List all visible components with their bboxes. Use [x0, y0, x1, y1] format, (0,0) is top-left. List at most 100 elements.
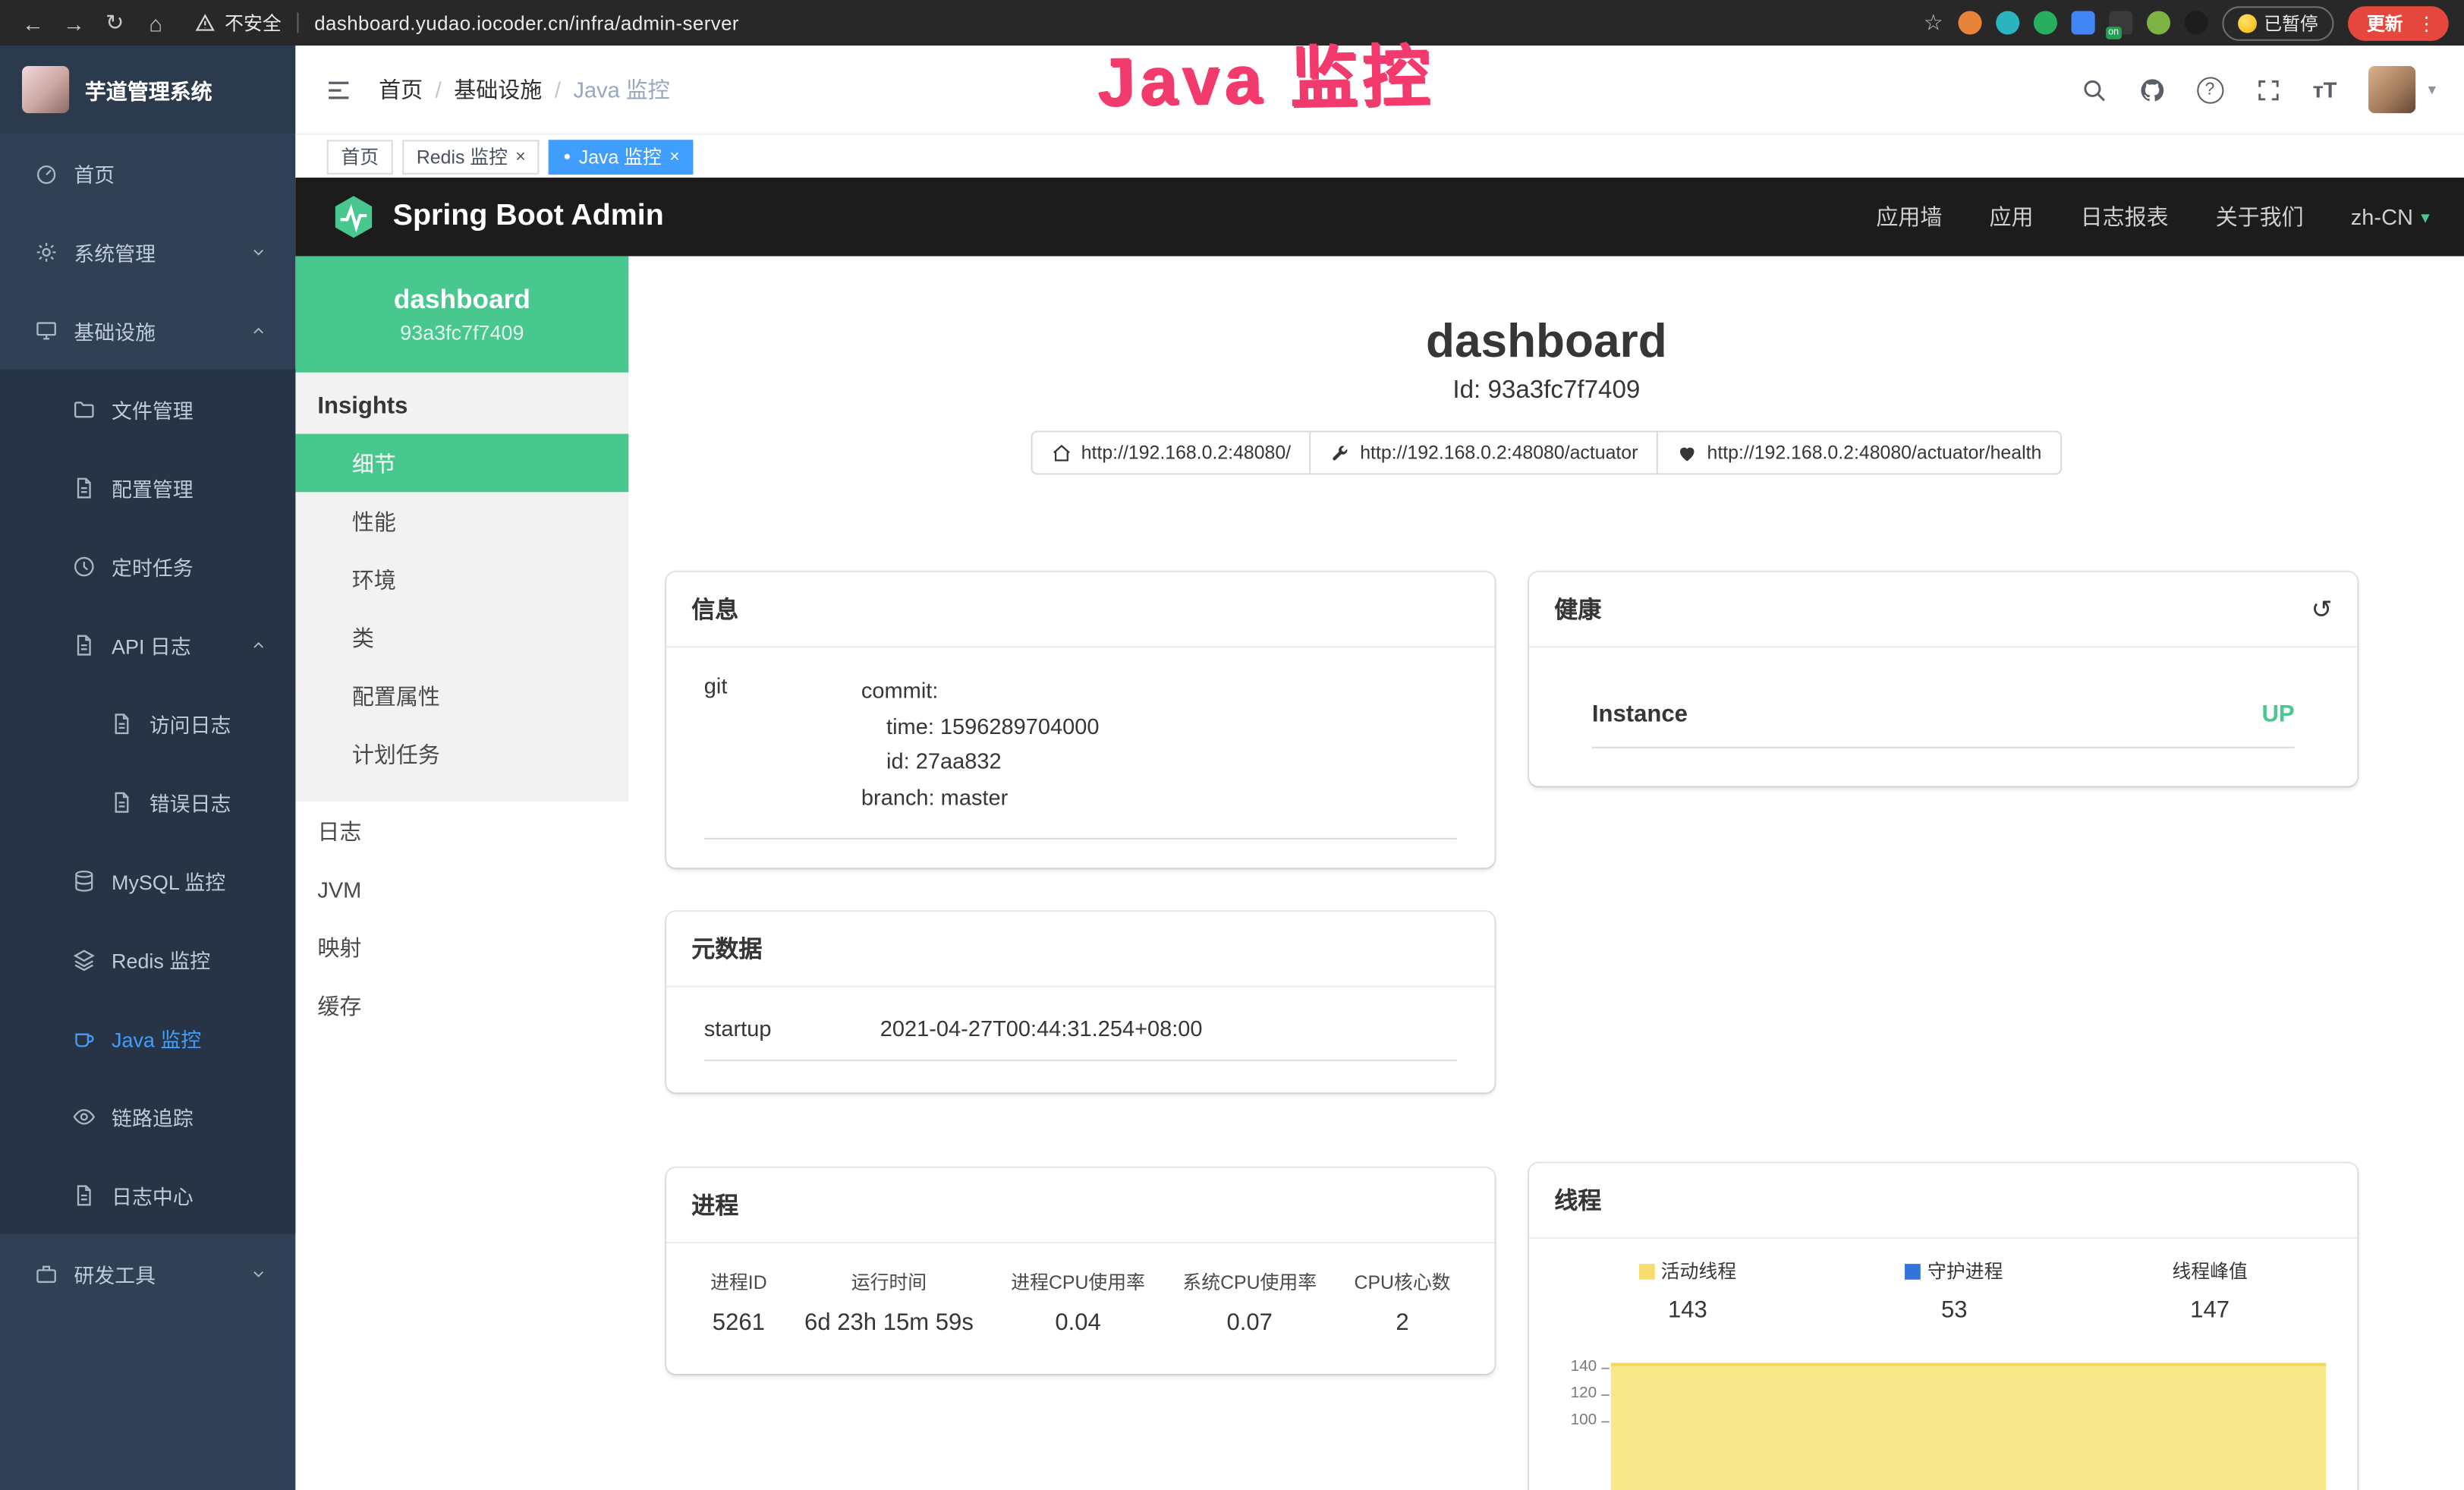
address-separator: [297, 13, 298, 33]
sidebar-item-file-mgmt[interactable]: 文件管理: [0, 370, 295, 449]
profile-paused-chip[interactable]: 已暂停: [2221, 5, 2333, 40]
eye-icon: [72, 1104, 96, 1128]
gear-icon: [35, 240, 58, 263]
sba-link-wallboard[interactable]: 应用墙: [1876, 201, 1942, 232]
legend-daemon-threads: 守护进程 53: [1905, 1258, 2003, 1324]
threads-chart-area: [1611, 1363, 2326, 1490]
toolbox-icon: [35, 1262, 58, 1285]
browser-back-icon[interactable]: ←: [16, 10, 51, 35]
actuator-url-button[interactable]: http://192.168.0.2:48080/actuator: [1310, 430, 1658, 474]
close-icon[interactable]: ×: [515, 147, 525, 166]
extension-on-badge: on: [2105, 27, 2122, 39]
database-icon: [72, 868, 96, 892]
tab-java-monitor[interactable]: ● Java 监控 ×: [549, 139, 694, 174]
browser-refresh-icon[interactable]: ↻: [97, 9, 132, 36]
chrome-menu-icon[interactable]: ⋮: [2417, 12, 2436, 34]
health-instance-row[interactable]: Instance UP: [1592, 701, 2295, 748]
browser-extension-icon-5[interactable]: on: [2108, 11, 2132, 34]
tab-home[interactable]: 首页: [327, 139, 393, 174]
health-url-button[interactable]: http://192.168.0.2:48080/actuator/health: [1657, 430, 2062, 474]
legend-blue-swatch: [1905, 1263, 1921, 1279]
breadcrumb-home[interactable]: 首页: [379, 74, 423, 105]
sidebar-item-log-center[interactable]: 日志中心: [0, 1155, 295, 1234]
sidebar-item-redis-monitor[interactable]: Redis 监控: [0, 920, 295, 999]
sba-menu-config-props[interactable]: 配置属性: [295, 666, 628, 725]
sidebar-item-access-logs[interactable]: 访问日志: [0, 684, 295, 763]
sidebar-item-error-logs[interactable]: 错误日志: [0, 762, 295, 841]
metadata-row-startup: startup 2021-04-27T00:44:31.254+08:00: [704, 1015, 1457, 1060]
threads-card: 线程 活动线程 143 守护进程: [1529, 1164, 2357, 1490]
sba-menu-mappings[interactable]: 映射: [295, 918, 628, 976]
sba-instance-header[interactable]: dashboard 93a3fc7f7409: [295, 257, 628, 373]
app-logo-bar[interactable]: 芋道管理系统: [0, 46, 295, 134]
sidebar-item-dev-tools[interactable]: 研发工具: [0, 1234, 295, 1313]
process-metric-uptime: 运行时间 6d 23h 15m 59s: [804, 1268, 974, 1336]
sba-menu-logs[interactable]: 日志: [295, 802, 628, 860]
font-size-icon[interactable]: тT: [2313, 77, 2337, 102]
service-url-button[interactable]: http://192.168.0.2:48080/: [1031, 430, 1311, 474]
fullscreen-icon[interactable]: [2255, 76, 2281, 102]
browser-extension-icon-4[interactable]: [2071, 11, 2094, 34]
folder-icon: [72, 397, 96, 421]
sidebar-item-java-monitor[interactable]: Java 监控: [0, 998, 295, 1077]
status-badge: UP: [2261, 701, 2294, 728]
browser-extension-icon-2[interactable]: [1995, 11, 2019, 34]
sba-menu-metrics[interactable]: 性能: [295, 492, 628, 550]
browser-forward-icon[interactable]: →: [57, 10, 92, 35]
coffee-cup-icon: [72, 1025, 96, 1049]
sba-menu-jvm[interactable]: JVM: [295, 860, 628, 918]
legend-live-threads: 活动线程 143: [1639, 1258, 1736, 1324]
sba-brand[interactable]: Spring Boot Admin: [330, 194, 664, 241]
sidebar-item-infra[interactable]: 基础设施: [0, 291, 295, 370]
threads-chart: 140 120 100: [1554, 1349, 2332, 1490]
hamburger-icon[interactable]: [324, 74, 354, 104]
process-card-title: 进程: [691, 1188, 738, 1221]
app-logo: [22, 66, 69, 113]
paused-label: 已暂停: [2264, 10, 2318, 35]
sba-main: dashboard Id: 93a3fc7f7409 http://192.16…: [628, 257, 2464, 1490]
browser-extension-icon-6[interactable]: [2146, 11, 2170, 34]
search-icon[interactable]: [2080, 76, 2107, 102]
sba-menu-classes[interactable]: 类: [295, 608, 628, 666]
instance-links: http://192.168.0.2:48080/ http://192.168…: [628, 430, 2464, 474]
sidebar-menu: 首页 系统管理 基础设施 文件管理 配置管理: [0, 134, 295, 1312]
address-bar[interactable]: 不安全 dashboard.yudao.iocoder.cn/infra/adm…: [195, 9, 739, 36]
sba-menu-caches[interactable]: 缓存: [295, 976, 628, 1035]
sba-link-journal[interactable]: 日志报表: [2081, 201, 2169, 232]
active-dot-icon: ●: [563, 150, 571, 163]
sidebar-item-tracing[interactable]: 链路追踪: [0, 1077, 295, 1156]
history-icon[interactable]: ↺: [2311, 594, 2333, 625]
sidebar-item-system[interactable]: 系统管理: [0, 213, 295, 291]
sidebar-item-config-mgmt[interactable]: 配置管理: [0, 448, 295, 527]
breadcrumb-infra[interactable]: 基础设施: [454, 74, 542, 105]
browser-extension-icon-7[interactable]: [2184, 11, 2208, 34]
browser-extension-icon-3[interactable]: [2033, 11, 2056, 34]
sba-link-about[interactable]: 关于我们: [2216, 201, 2304, 232]
tab-redis-monitor[interactable]: Redis 监控 ×: [402, 139, 540, 174]
bookmark-star-icon[interactable]: ☆: [1924, 9, 1943, 36]
sidebar-item-scheduled-jobs[interactable]: 定时任务: [0, 527, 295, 606]
process-card: 进程 进程ID 5261 运行时间 6d 23h 15m 59s: [666, 1167, 1494, 1373]
browser-extension-icon-1[interactable]: [1957, 11, 1981, 34]
github-icon[interactable]: [2138, 76, 2165, 102]
user-avatar[interactable]: [2368, 66, 2415, 113]
help-icon[interactable]: ?: [2196, 76, 2223, 102]
avatar-caret-icon[interactable]: ▾: [2428, 81, 2436, 99]
sidebar-item-home[interactable]: 首页: [0, 134, 295, 213]
sidebar-item-mysql-monitor[interactable]: MySQL 监控: [0, 841, 295, 920]
sba-language-select[interactable]: zh-CN ▾: [2351, 204, 2430, 229]
wrench-icon: [1330, 443, 1351, 463]
sidebar-item-api-logs[interactable]: API 日志: [0, 605, 295, 684]
sba-link-applications[interactable]: 应用: [1989, 201, 2033, 232]
sba-menu-environment[interactable]: 环境: [295, 550, 628, 609]
threads-chart-yaxis: 140 120 100: [1554, 1349, 1611, 1490]
close-icon[interactable]: ×: [669, 147, 679, 166]
browser-home-icon[interactable]: ⌂: [138, 10, 173, 35]
chrome-update-button[interactable]: 更新 ⋮: [2348, 5, 2449, 40]
sba-menu-details[interactable]: 细节: [295, 434, 628, 493]
app-sidebar: 芋道管理系统 首页 系统管理 基础设施: [0, 46, 295, 1490]
legend-yellow-swatch: [1639, 1263, 1655, 1279]
sba-logo-icon: [330, 194, 377, 241]
sba-menu-scheduled-tasks[interactable]: 计划任务: [295, 725, 628, 783]
url-text[interactable]: dashboard.yudao.iocoder.cn/infra/admin-s…: [314, 12, 739, 34]
